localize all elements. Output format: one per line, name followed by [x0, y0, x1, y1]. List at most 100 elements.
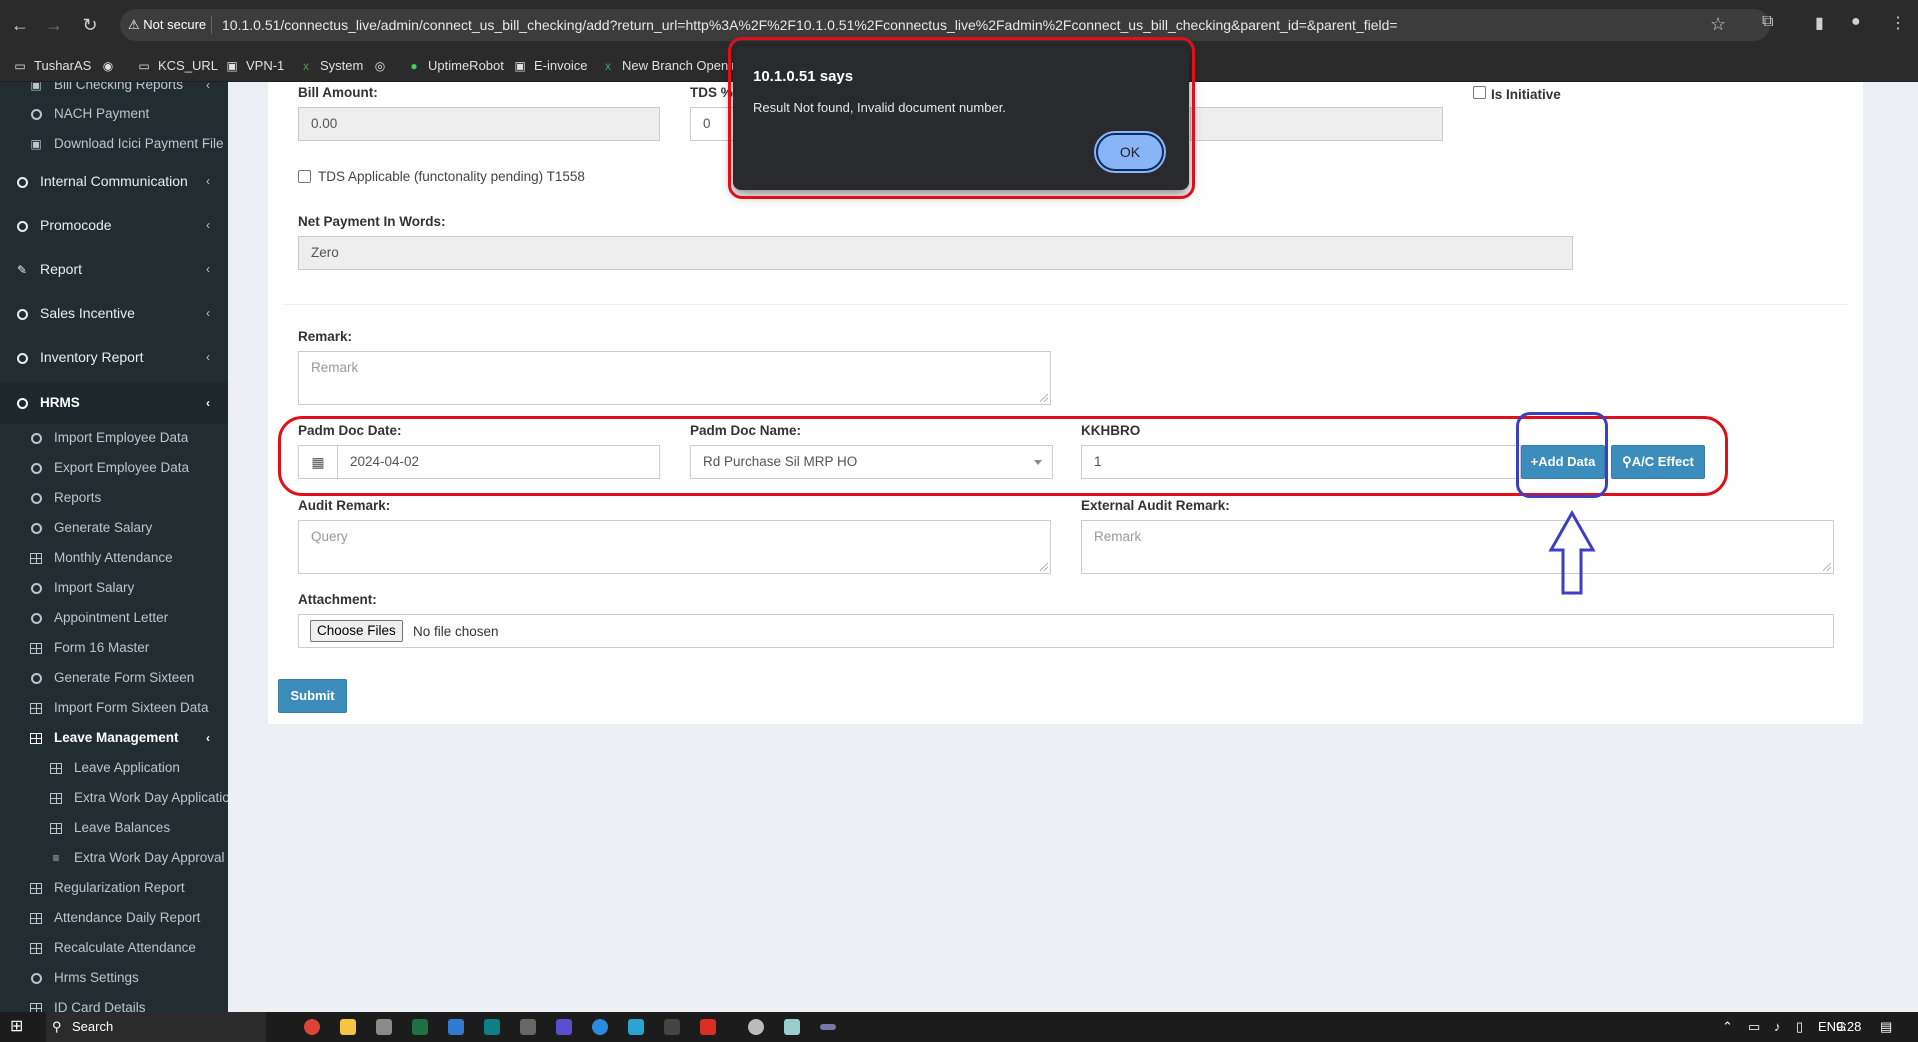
sidebar-item-import-employee-data[interactable]: Import Employee Data: [0, 423, 228, 453]
app-icon[interactable]: [700, 1019, 716, 1035]
sidebar-item-form-16-master[interactable]: Form 16 Master: [0, 633, 228, 663]
sidebar-item-report[interactable]: ✎ Report ‹: [0, 254, 228, 284]
back-icon[interactable]: ←: [8, 13, 32, 37]
app-icon[interactable]: [664, 1019, 680, 1035]
table-icon: [28, 723, 44, 753]
tray-chevron-icon[interactable]: ⌃: [1722, 1012, 1733, 1042]
bookmark-star-icon[interactable]: ☆: [1710, 14, 1726, 35]
sidebar-item-leave-management[interactable]: Leave Management ‹: [0, 723, 228, 753]
circle-icon: [28, 483, 44, 513]
bookmark-kcs-url[interactable]: ▭ KCS_URL: [136, 50, 218, 82]
sidebar-item-appointment-letter[interactable]: Appointment Letter: [0, 603, 228, 633]
app-icon[interactable]: [520, 1019, 536, 1035]
sidebar-item-sales-incentive[interactable]: Sales Incentive ‹: [0, 298, 228, 328]
app-icon[interactable]: [376, 1019, 392, 1035]
bookmark-e-invoice[interactable]: ▣ E-invoice: [512, 50, 587, 82]
is-initiative-checkbox[interactable]: [1473, 86, 1486, 99]
explorer-app-icon[interactable]: [340, 1019, 356, 1035]
app-icon[interactable]: [820, 1024, 836, 1030]
sidebar-item-monthly-attendance[interactable]: Monthly Attendance: [0, 543, 228, 573]
sidebar-item-leave-balances[interactable]: Leave Balances: [0, 813, 228, 843]
extensions-icon[interactable]: ⧉: [1762, 13, 1773, 31]
readonly-input[interactable]: [1190, 107, 1443, 141]
submit-button[interactable]: Submit: [278, 679, 347, 713]
net-payment-words-input[interactable]: Zero: [298, 236, 1573, 270]
chrome-icon: ◎: [374, 59, 386, 73]
resize-handle-icon[interactable]: [1040, 563, 1048, 571]
sidebar-item-generate-form-sixteen[interactable]: Generate Form Sixteen: [0, 663, 228, 693]
tds-label: TDS %: [690, 85, 733, 100]
app-icon[interactable]: [748, 1019, 764, 1035]
sidebar-item-attendance-daily-report[interactable]: Attendance Daily Report: [0, 903, 228, 933]
app-icon[interactable]: [484, 1019, 500, 1035]
resize-handle-icon[interactable]: [1823, 563, 1831, 571]
sidebar-item-extra-work-day-approval[interactable]: ≡ Extra Work Day Approval: [0, 843, 228, 873]
notification-icon[interactable]: ▤: [1880, 1012, 1892, 1042]
sidebar-item-promocode[interactable]: Promocode ‹: [0, 210, 228, 240]
sidebar-item-extra-work-day-application[interactable]: Extra Work Day Application: [0, 783, 228, 813]
no-file-text: No file chosen: [413, 624, 499, 639]
bookmark-system[interactable]: x System: [298, 50, 363, 82]
tds-applicable-checkbox[interactable]: [298, 170, 311, 183]
taskbar-search[interactable]: ⚲ Search: [46, 1012, 266, 1042]
app-icon[interactable]: [784, 1019, 800, 1035]
sidebar-item-nach-payment[interactable]: NACH Payment: [0, 99, 228, 129]
choose-files-button[interactable]: Choose Files: [310, 620, 403, 642]
bookmark-uptimerobot[interactable]: ● UptimeRobot: [406, 50, 504, 82]
battery-icon[interactable]: ▯: [1796, 1012, 1803, 1042]
menu-icon[interactable]: ⋮: [1890, 13, 1906, 33]
chrome-app-icon[interactable]: [304, 1019, 320, 1035]
highlight-dialog: [728, 37, 1195, 199]
app-icon[interactable]: [448, 1019, 464, 1035]
divider: [283, 304, 1848, 305]
bookmark-new-branch[interactable]: x New Branch Openin: [600, 50, 738, 82]
audit-remark-textarea[interactable]: Query: [298, 520, 1051, 574]
attachment-input[interactable]: [298, 614, 1834, 648]
sidebar-item-internal-communication[interactable]: Internal Communication ‹: [0, 166, 228, 196]
bill-amount-label: Bill Amount:: [298, 85, 378, 100]
forward-icon[interactable]: →: [42, 13, 66, 37]
sidebar-item-inventory-report[interactable]: Inventory Report ‹: [0, 342, 228, 372]
windows-start-icon[interactable]: ⊞: [10, 1012, 23, 1042]
sidebar-item-import-salary[interactable]: Import Salary: [0, 573, 228, 603]
sidebar-item-import-form-sixteen-data[interactable]: Import Form Sixteen Data: [0, 693, 228, 723]
sidebar-item-leave-application[interactable]: Leave Application: [0, 753, 228, 783]
bookmark-tusharas[interactable]: ▭ TusharAS: [12, 50, 91, 82]
sidebar-item-generate-salary[interactable]: Generate Salary: [0, 513, 228, 543]
sidebar-item-id-card-details[interactable]: ID Card Details: [0, 993, 228, 1012]
sidebar-item-hrms-settings[interactable]: Hrms Settings: [0, 963, 228, 993]
network-icon[interactable]: ▭: [1748, 1012, 1760, 1042]
remark-label: Remark:: [298, 329, 353, 344]
excel-app-icon[interactable]: [412, 1019, 428, 1035]
chevron-left-icon: ‹: [206, 82, 210, 92]
bookmark-vpn-1[interactable]: ▣ VPN-1: [224, 50, 284, 82]
sidebar-item-recalculate-attendance[interactable]: Recalculate Attendance: [0, 933, 228, 963]
remark-textarea[interactable]: Remark: [298, 351, 1051, 405]
folder-icon: ▭: [14, 59, 26, 73]
is-initiative-label: Is Initiative: [1491, 87, 1561, 102]
sidebar-item-reports[interactable]: Reports: [0, 483, 228, 513]
security-indicator[interactable]: ⚠ Not secure: [128, 9, 216, 41]
app-icon[interactable]: [628, 1019, 644, 1035]
folder-icon: ▭: [138, 59, 150, 73]
sidebar-item-hrms[interactable]: HRMS ‹: [0, 382, 228, 424]
arrow-up-icon: [1548, 510, 1596, 595]
bookmark-chrome[interactable]: ◎: [372, 50, 394, 82]
sidebar-item-regularization-report[interactable]: Regularization Report: [0, 873, 228, 903]
reload-icon[interactable]: ↻: [78, 13, 102, 37]
sidebar-item-download-icici[interactable]: ▣ Download Icici Payment File: [0, 129, 228, 159]
side-panel-icon[interactable]: ▮: [1815, 13, 1824, 33]
chevron-down-icon: ‹: [206, 396, 210, 410]
external-audit-remark-textarea[interactable]: Remark: [1081, 520, 1834, 574]
volume-icon[interactable]: ♪: [1774, 1012, 1781, 1042]
sidebar-item-bill-checking-reports[interactable]: ▣ Bill Checking Reports ‹: [0, 82, 228, 100]
highlight-add-data: [1516, 412, 1608, 498]
sidebar-item-export-employee-data[interactable]: Export Employee Data: [0, 453, 228, 483]
profile-icon[interactable]: ●: [1851, 13, 1861, 31]
bill-amount-input[interactable]: 0.00: [298, 107, 660, 141]
app-icon[interactable]: [592, 1019, 608, 1035]
resize-handle-icon[interactable]: [1040, 394, 1048, 402]
app-icon[interactable]: [556, 1019, 572, 1035]
bookmark-shortcut[interactable]: ◉: [100, 50, 122, 82]
separator: [211, 16, 212, 34]
